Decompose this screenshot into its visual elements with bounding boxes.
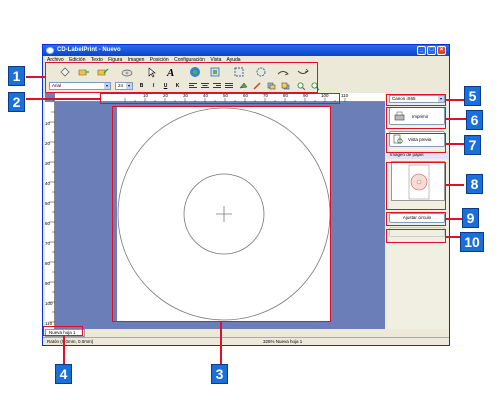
v-tick-label: 70	[45, 241, 51, 246]
callout-7: 7	[464, 135, 481, 155]
v-tick-label: 20	[45, 141, 51, 146]
vertical-ruler-ticks: 10 20 30 40 50 60 70 80 90 100 110	[45, 111, 55, 326]
highlight-paper-image	[386, 162, 446, 210]
close-button[interactable]: ×	[437, 46, 446, 55]
connector-5	[446, 99, 464, 101]
callout-9: 9	[462, 208, 479, 228]
callout-4: 4	[55, 364, 72, 384]
highlight-disabled	[386, 229, 446, 243]
v-tick-label: 40	[45, 181, 51, 186]
v-tick-label: 100	[45, 301, 53, 306]
v-tick-label: 90	[45, 281, 51, 286]
highlight-toolbar	[45, 62, 318, 93]
window-title: CD-LabelPrint - Nuevo	[57, 47, 121, 53]
highlight-preview	[386, 133, 446, 153]
connector-3	[220, 322, 222, 364]
app-icon	[46, 47, 54, 54]
callout-10: 10	[460, 232, 484, 252]
status-bar: Ratón (0.0mm, 0.0mm) 326% Nueva hoja 1	[43, 337, 449, 346]
callout-6: 6	[466, 110, 483, 130]
v-tick-label: 30	[45, 161, 51, 166]
v-tick-label: 80	[45, 261, 51, 266]
v-tick-label: 10	[45, 121, 51, 126]
v-tick-label: 60	[45, 221, 51, 226]
status-zoom: 326% Nueva hoja 1	[263, 339, 303, 344]
highlight-ruler	[100, 93, 340, 104]
connector-7	[446, 143, 464, 145]
callout-5: 5	[464, 86, 481, 106]
minimize-button[interactable]: _	[417, 46, 426, 55]
highlight-print	[386, 107, 446, 129]
callout-3: 3	[211, 364, 228, 384]
status-mouse-position: Ratón (0.0mm, 0.0mm)	[47, 339, 94, 344]
vertical-ruler: 10 20 30 40 50 60 70 80 90 100 110	[45, 102, 55, 329]
connector-1	[26, 76, 45, 78]
callout-2: 2	[8, 92, 25, 112]
connector-8	[446, 184, 464, 186]
connector-4	[63, 336, 65, 364]
title-bar[interactable]: CD-LabelPrint - Nuevo _ □ ×	[43, 45, 449, 56]
connector-6	[446, 118, 466, 120]
highlight-sheet-tab	[43, 326, 83, 336]
highlight-printer	[386, 94, 446, 106]
callout-8: 8	[466, 174, 483, 194]
highlight-adjust	[386, 212, 446, 226]
highlight-canvas	[112, 106, 331, 322]
connector-2	[26, 98, 100, 100]
callout-1: 1	[8, 66, 25, 86]
h-tick-label: 110	[341, 93, 349, 98]
v-tick-label: 50	[45, 201, 51, 206]
maximize-button[interactable]: □	[427, 46, 436, 55]
